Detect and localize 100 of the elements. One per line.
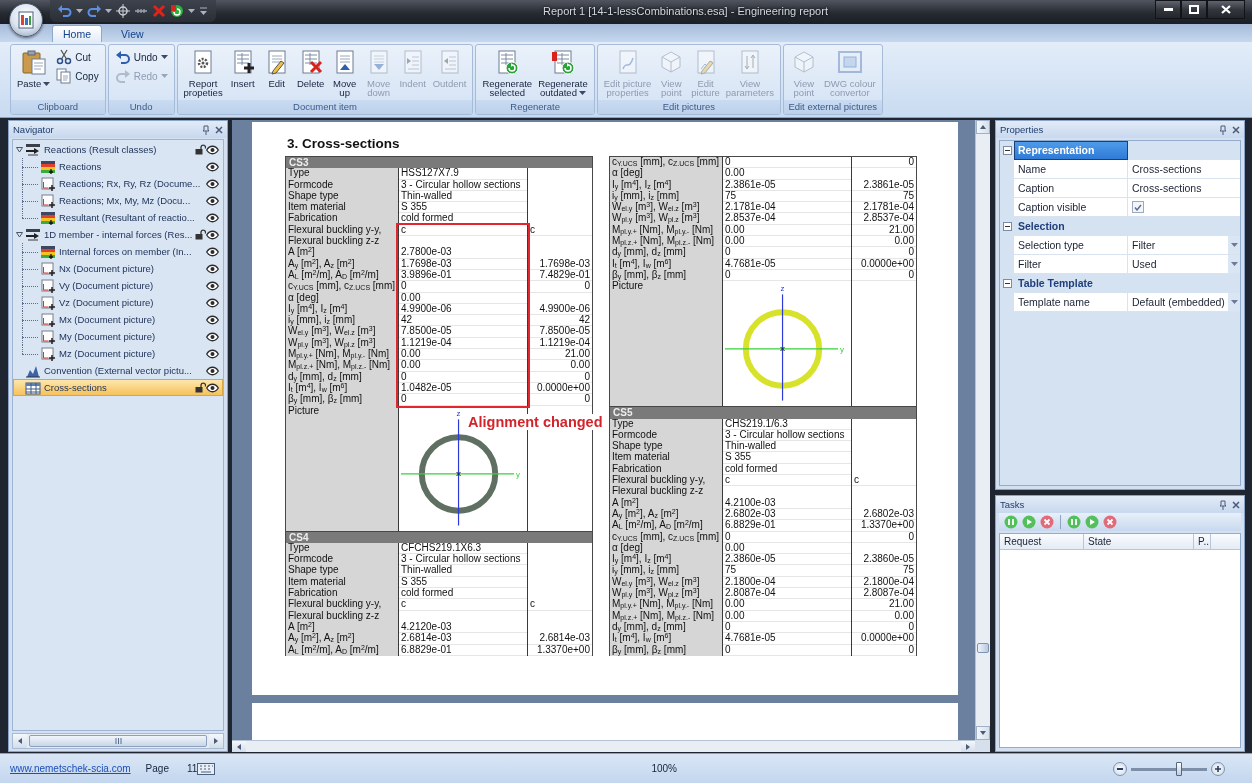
panel-title: Properties bbox=[1000, 124, 1045, 135]
eye-icon[interactable] bbox=[206, 195, 219, 206]
close-icon[interactable] bbox=[1232, 125, 1240, 134]
report-properties-button[interactable]: Report propeties bbox=[180, 46, 226, 97]
eye-icon[interactable] bbox=[206, 297, 219, 308]
text-field[interactable]: Cross-sections bbox=[1128, 179, 1240, 198]
eye-icon[interactable] bbox=[206, 161, 219, 172]
scroll-right-button[interactable] bbox=[961, 741, 975, 752]
padlock-icon[interactable] bbox=[195, 382, 206, 393]
regenerate-outdated-button[interactable]: Regenerate outdated bbox=[535, 46, 591, 97]
scroll-left-button[interactable] bbox=[13, 734, 27, 748]
scroll-left-button[interactable] bbox=[232, 741, 246, 752]
tree-item[interactable]: Mx (Document picture) bbox=[13, 311, 223, 328]
dropdown[interactable]: Default (embedded) bbox=[1128, 293, 1240, 312]
tree-item[interactable]: Internal forces on member (In... bbox=[13, 243, 223, 260]
tree-item[interactable]: 1D member - internal forces (Res... bbox=[13, 226, 223, 243]
zoom-out-button[interactable] bbox=[1113, 761, 1127, 776]
eye-icon[interactable] bbox=[206, 365, 219, 376]
expander-icon[interactable] bbox=[16, 231, 23, 238]
text-field[interactable]: Cross-sections bbox=[1128, 160, 1240, 179]
padlock-icon[interactable] bbox=[195, 144, 206, 155]
horizontal-scrollbar[interactable] bbox=[232, 740, 975, 752]
scroll-down-button[interactable] bbox=[976, 726, 990, 740]
delete-button[interactable]: Delete bbox=[293, 46, 328, 88]
maximize-button[interactable] bbox=[1181, 0, 1207, 19]
undo-button[interactable]: Undo bbox=[111, 48, 171, 66]
column-header[interactable]: Request bbox=[1000, 534, 1084, 549]
scroll-thumb[interactable] bbox=[29, 735, 207, 747]
tree-item[interactable]: Vz (Document picture) bbox=[13, 294, 223, 311]
column-header[interactable]: P.. bbox=[1194, 534, 1211, 549]
regenerate-selected-button[interactable]: Regenerate selected bbox=[479, 46, 536, 97]
close-icon[interactable] bbox=[1232, 500, 1240, 509]
eye-icon[interactable] bbox=[206, 331, 219, 342]
zoom-in-button[interactable] bbox=[1211, 761, 1225, 776]
edit-button[interactable]: Edit bbox=[259, 46, 294, 88]
eye-icon[interactable] bbox=[206, 280, 219, 291]
pin-icon[interactable] bbox=[1219, 499, 1227, 510]
category-header[interactable]: Table Template bbox=[1014, 274, 1128, 293]
vertical-scrollbar[interactable] bbox=[975, 120, 990, 740]
column-header[interactable]: State bbox=[1084, 534, 1194, 549]
tree-item[interactable]: My (Document picture) bbox=[13, 328, 223, 345]
customize-icon[interactable] bbox=[199, 6, 208, 16]
crosshair-icon[interactable] bbox=[116, 4, 130, 18]
pin-icon[interactable] bbox=[202, 124, 210, 135]
eye-icon[interactable] bbox=[206, 348, 219, 359]
stop-icon[interactable] bbox=[1103, 515, 1117, 529]
horizontal-scrollbar[interactable] bbox=[12, 733, 224, 749]
stop-icon[interactable] bbox=[1040, 515, 1054, 529]
eye-icon[interactable] bbox=[206, 382, 219, 393]
eye-icon[interactable] bbox=[206, 178, 219, 189]
property-value: 0 bbox=[852, 531, 916, 543]
slider-thumb[interactable] bbox=[1175, 761, 1182, 776]
category-header[interactable]: Representation bbox=[1014, 141, 1128, 160]
pin-icon[interactable] bbox=[1219, 124, 1227, 135]
checkbox[interactable] bbox=[1132, 201, 1144, 213]
tree-item[interactable]: Reactions bbox=[13, 158, 223, 175]
ribbon-tab[interactable]: Home bbox=[52, 25, 102, 42]
refresh-icon[interactable] bbox=[170, 4, 184, 18]
close-button[interactable] bbox=[1207, 0, 1245, 19]
insert-button[interactable]: Insert bbox=[225, 46, 260, 88]
caret-icon bbox=[1230, 300, 1238, 304]
tree-item[interactable]: Mz (Document picture) bbox=[13, 345, 223, 362]
eye-icon[interactable] bbox=[206, 314, 219, 325]
minimize-button[interactable] bbox=[1155, 0, 1181, 19]
eye-icon[interactable] bbox=[206, 229, 219, 240]
scroll-thumb[interactable] bbox=[977, 643, 989, 654]
padlock-icon[interactable] bbox=[195, 229, 206, 240]
tree-item[interactable]: Nx (Document picture) bbox=[13, 260, 223, 277]
collapse-icon[interactable] bbox=[1002, 146, 1012, 155]
close-icon[interactable] bbox=[215, 125, 223, 134]
redo-icon[interactable] bbox=[87, 5, 101, 17]
tree-item[interactable]: Reactions; Mx, My, Mz (Docu... bbox=[13, 192, 223, 209]
scroll-up-button[interactable] bbox=[976, 120, 990, 134]
dropdown[interactable]: Used bbox=[1128, 255, 1240, 274]
property-label: Shape type bbox=[287, 190, 339, 203]
cut-button[interactable]: Cut bbox=[53, 48, 102, 66]
down-arrow-icon bbox=[980, 730, 986, 736]
tree-item[interactable]: Resultant (Resultant of reactio... bbox=[13, 209, 223, 226]
copy-button[interactable]: Copy bbox=[53, 67, 102, 85]
website-link[interactable]: www.nemetschek-scia.com bbox=[10, 763, 131, 774]
tree-item[interactable]: Convention (External vector pictu... bbox=[13, 362, 223, 379]
move-up-button[interactable]: Move up bbox=[327, 46, 362, 97]
eye-icon[interactable] bbox=[206, 144, 219, 155]
paste-button[interactable]: Paste bbox=[14, 46, 54, 88]
eye-icon[interactable] bbox=[206, 263, 219, 274]
tree-item[interactable]: Vy (Document picture) bbox=[13, 277, 223, 294]
eye-icon[interactable] bbox=[206, 246, 219, 257]
collapse-icon[interactable] bbox=[1002, 222, 1012, 231]
undo-icon[interactable] bbox=[58, 5, 72, 17]
category-header[interactable]: Selection bbox=[1014, 217, 1128, 236]
scroll-right-button[interactable] bbox=[209, 734, 223, 748]
eye-icon[interactable] bbox=[206, 212, 219, 223]
tree-item[interactable]: Cross-sections bbox=[13, 379, 223, 396]
dropdown[interactable]: Filter bbox=[1128, 236, 1240, 255]
tree-item[interactable]: Reactions; Rx, Ry, Rz (Docume... bbox=[13, 175, 223, 192]
ribbon-tab[interactable]: View bbox=[110, 25, 155, 42]
expander-icon[interactable] bbox=[16, 146, 23, 153]
keyboard-icon[interactable] bbox=[197, 762, 216, 775]
collapse-icon[interactable] bbox=[1002, 279, 1012, 288]
tree-item[interactable]: Reactions (Result classes) bbox=[13, 141, 223, 158]
